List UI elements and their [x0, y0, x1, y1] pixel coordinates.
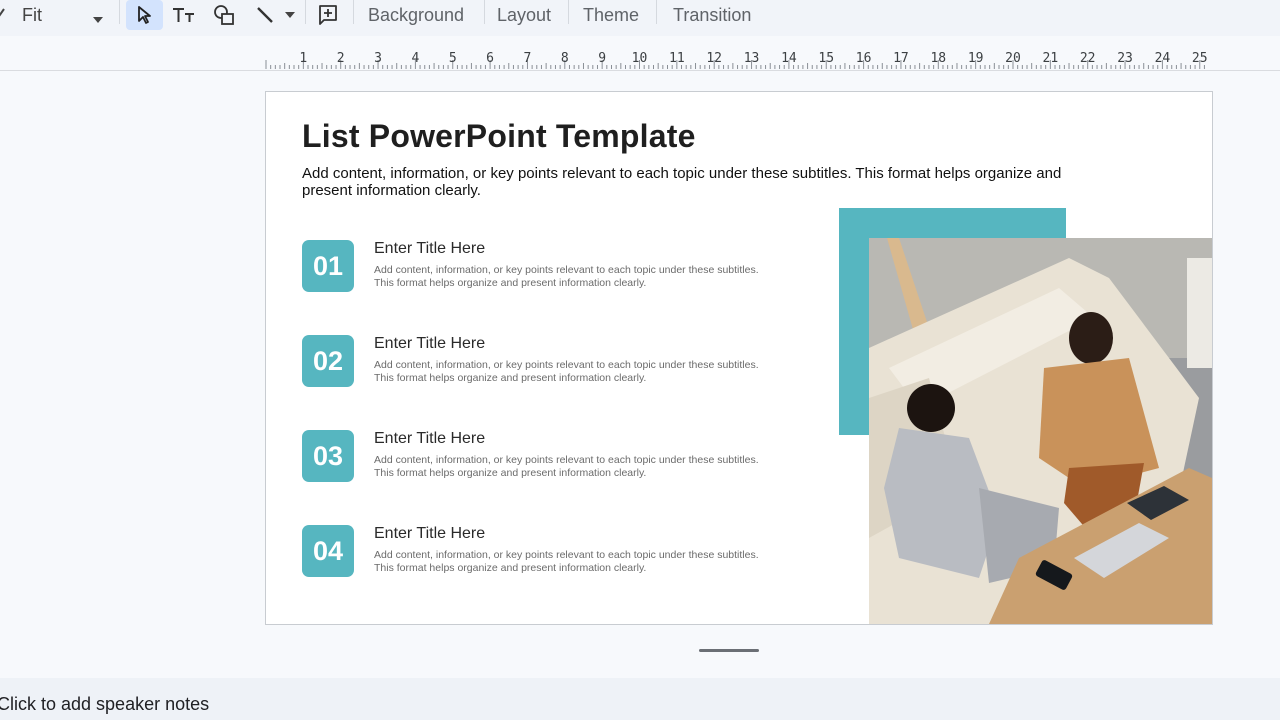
ruler-label: 8 — [561, 51, 569, 66]
theme-label: Theme — [583, 4, 640, 25]
item-description: Add content, information, or key points … — [374, 549, 759, 574]
zoom-select[interactable]: Fit — [22, 0, 110, 30]
ruler-label: 17 — [893, 51, 909, 66]
ruler-label: 5 — [449, 51, 457, 66]
select-arrow-icon — [136, 5, 154, 25]
ruler-label: 21 — [1043, 51, 1059, 66]
text-box-icon — [172, 5, 196, 25]
undo-arrow-icon[interactable] — [0, 0, 6, 30]
layout-button[interactable]: Layout — [497, 0, 551, 30]
meeting-photo[interactable] — [869, 238, 1212, 624]
list-item[interactable]: 02 Enter Title Here Add content, informa… — [302, 335, 802, 395]
ruler-label: 16 — [856, 51, 872, 66]
ruler-label: 18 — [930, 51, 946, 66]
background-button[interactable]: Background — [368, 0, 464, 30]
zoom-value: Fit — [22, 4, 42, 25]
ruler-label: 25 — [1192, 51, 1208, 66]
ruler-label: 22 — [1080, 51, 1096, 66]
line-options-dropdown[interactable] — [284, 0, 296, 30]
ruler-label: 6 — [486, 51, 494, 66]
number-badge: 03 — [302, 430, 354, 482]
slide-title[interactable]: List PowerPoint Template — [302, 118, 696, 155]
chevron-down-icon — [284, 6, 296, 24]
text-box-button[interactable] — [171, 0, 197, 30]
number-badge: 01 — [302, 240, 354, 292]
slide-subtitle[interactable]: Add content, information, or key points … — [302, 165, 1112, 199]
ruler-label: 11 — [669, 51, 685, 66]
background-label: Background — [368, 4, 465, 25]
shapes-icon — [212, 4, 236, 26]
toolbar-divider — [353, 0, 354, 24]
ruler-label: 13 — [744, 51, 760, 66]
ruler-label: 19 — [968, 51, 984, 66]
new-comment-button[interactable] — [315, 0, 341, 30]
list-item[interactable]: 01 Enter Title Here Add content, informa… — [302, 240, 802, 300]
ruler-label: 20 — [1005, 51, 1021, 66]
toolbar: Fit Background Layout Theme Transition — [0, 0, 1280, 36]
ruler-label: 14 — [781, 51, 797, 66]
toolbar-divider — [484, 0, 485, 24]
shapes-button[interactable] — [211, 0, 237, 30]
speaker-notes-placeholder[interactable]: Click to add speaker notes — [0, 694, 209, 715]
ruler-label: 1 — [299, 51, 307, 66]
toolbar-divider — [656, 0, 657, 24]
ruler-label: 9 — [598, 51, 606, 66]
item-title: Enter Title Here — [374, 240, 486, 257]
list-item[interactable]: 03 Enter Title Here Add content, informa… — [302, 430, 802, 490]
toolbar-divider — [568, 0, 569, 24]
toolbar-divider — [305, 0, 306, 24]
item-title: Enter Title Here — [374, 525, 486, 542]
ruler-label: 23 — [1117, 51, 1133, 66]
ruler-label: 4 — [411, 51, 419, 66]
ruler-label: 12 — [706, 51, 722, 66]
chevron-down-icon — [92, 11, 104, 29]
number-badge: 04 — [302, 525, 354, 577]
theme-button[interactable]: Theme — [583, 0, 639, 30]
horizontal-ruler[interactable]: 1 2 3 4 5 6 7 8 9 10 11 12 13 14 15 16 17 18 19 20 21 22 23 24 2… — [0, 36, 1280, 71]
select-tool-button[interactable] — [126, 0, 163, 30]
transition-button[interactable]: Transition — [673, 0, 751, 30]
new-comment-icon — [317, 4, 339, 26]
item-title: Enter Title Here — [374, 430, 486, 447]
ruler-label: 15 — [818, 51, 834, 66]
toolbar-divider — [119, 0, 120, 24]
item-description: Add content, information, or key points … — [374, 454, 759, 479]
transition-label: Transition — [673, 4, 752, 25]
item-description: Add content, information, or key points … — [374, 359, 759, 384]
ruler-label: 24 — [1155, 51, 1171, 66]
slide-canvas[interactable]: List PowerPoint Template Add content, in… — [265, 91, 1213, 625]
list-item[interactable]: 04 Enter Title Here Add content, informa… — [302, 525, 802, 585]
line-button[interactable] — [252, 0, 278, 30]
item-title: Enter Title Here — [374, 335, 486, 352]
layout-label: Layout — [497, 4, 552, 25]
ruler-label: 10 — [632, 51, 648, 66]
number-badge: 02 — [302, 335, 354, 387]
ruler-label: 2 — [337, 51, 345, 66]
line-icon — [254, 5, 276, 25]
ruler-label: 7 — [524, 51, 532, 66]
ruler-ticks: 1 2 3 4 5 6 7 8 9 10 11 12 13 14 15 16 17 18 19 20 21 22 23 24 2… — [265, 51, 1208, 69]
notes-resize-handle[interactable] — [699, 649, 759, 652]
item-description: Add content, information, or key points … — [374, 264, 759, 289]
ruler-label: 3 — [374, 51, 382, 66]
